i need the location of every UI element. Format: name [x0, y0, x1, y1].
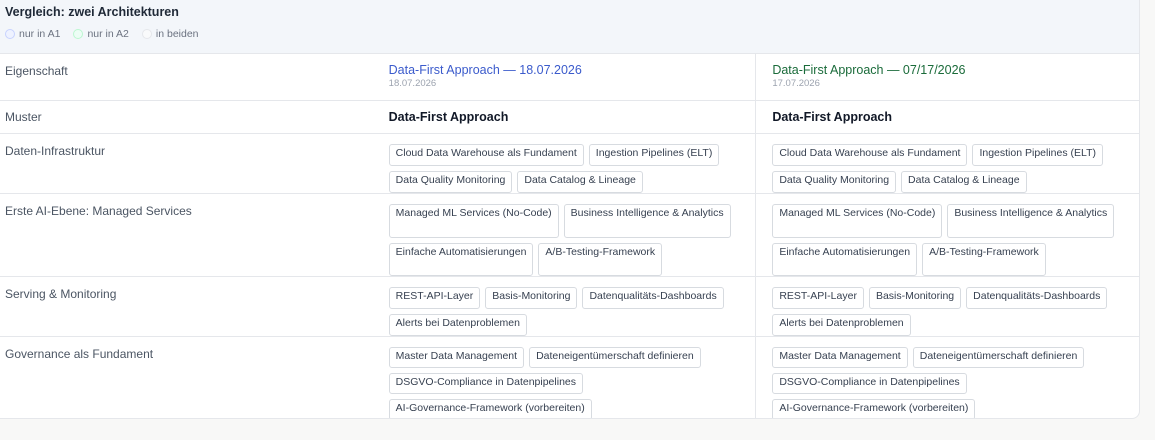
feature-chip: Basis-Monitoring [868, 287, 962, 309]
feature-chip: Ingestion Pipelines (ELT) [972, 144, 1103, 166]
feature-chip: Master Data Management [772, 347, 908, 368]
chips-a1: Managed ML Services (No-Code) Business In… [373, 194, 757, 276]
table-row: Erste AI-Ebene: Managed Services Managed… [0, 194, 1139, 277]
property-column-header: Eigenschaft [5, 64, 68, 78]
architecture-a1-header: Data-First Approach — 18.07.2026 18.07.2… [373, 54, 757, 100]
feature-chip: Dateneigentümerschaft definieren [912, 347, 1085, 368]
chips-a2: Cloud Data Warehouse als Fundament Ingest… [756, 134, 1139, 193]
feature-chip: Managed ML Services (No-Code) [388, 204, 559, 238]
muster-value-a2: Data-First Approach [772, 110, 893, 124]
legend-dot-icon [5, 29, 15, 39]
chips-a1: Cloud Data Warehouse als Fundament Ingest… [373, 134, 757, 193]
comparison-panel: Vergleich: zwei Architekturen nur in A1 … [0, 0, 1140, 419]
table-row: Daten-Infrastruktur Cloud Data Warehouse… [0, 134, 1139, 194]
chips-a1: Master Data Management Dateneigentümersch… [373, 337, 757, 418]
feature-chip: Business Intelligence & Analytics [563, 204, 731, 238]
legend-dot-icon [73, 29, 84, 39]
column-header-row: Eigenschaft Data-First Approach — 18.07.… [0, 54, 1139, 101]
feature-chip: Data Quality Monitoring [772, 171, 897, 193]
feature-chip: Cloud Data Warehouse als Fundament [772, 144, 968, 166]
legend-label: nur in A1 [19, 28, 61, 40]
table-row: Governance als Fundament Master Data Man… [0, 337, 1139, 418]
page-title: Vergleich: zwei Architekturen [5, 5, 179, 19]
architecture-a2-header: Data-First Approach — 07/17/2026 17.07.2… [756, 54, 1139, 100]
feature-chip: DSGVO-Compliance in Datenpipelines [388, 373, 583, 394]
feature-chip: Dateneigentümerschaft definieren [529, 347, 701, 368]
chips-a2: REST-API-Layer Basis-Monitoring Datenquali… [756, 277, 1139, 336]
feature-chip: DSGVO-Compliance in Datenpipelines [772, 373, 967, 394]
feature-chip: Datenqualitäts-Dashboards [582, 287, 724, 309]
legend-label: nur in A2 [87, 28, 129, 40]
legend-dot-icon [141, 29, 152, 39]
feature-chip: AI-Governance-Framework (vorbereiten) [772, 399, 976, 418]
property-label: Muster [5, 110, 42, 124]
legend-item-a2: nur in A2 [73, 28, 129, 40]
feature-chip: REST-API-Layer [772, 287, 864, 309]
legend: nur in A1 nur in A2 in beiden [5, 28, 1139, 40]
feature-chip: Data Catalog & Lineage [517, 171, 643, 193]
legend-item-both: in beiden [141, 28, 199, 40]
feature-chip: Data Quality Monitoring [388, 171, 513, 193]
table-row: Serving & Monitoring REST-API-Layer Basis… [0, 277, 1139, 337]
property-label: Governance als Fundament [5, 347, 154, 361]
feature-chip: Managed ML Services (No-Code) [772, 204, 943, 238]
muster-value-a1: Data-First Approach [373, 101, 757, 133]
architecture-a1-date: 18.07.2026 [388, 78, 437, 89]
property-label: Serving & Monitoring [5, 287, 117, 301]
feature-chip: Master Data Management [388, 347, 525, 368]
feature-chip: Einfache Automatisierungen [388, 242, 534, 276]
chips-a1: REST-API-Layer Basis-Monitoring Datenquali… [373, 277, 757, 336]
comparison-header: Vergleich: zwei Architekturen nur in A1 … [0, 0, 1139, 54]
feature-chip: Business Intelligence & Analytics [947, 204, 1115, 238]
legend-item-a1: nur in A1 [5, 28, 60, 40]
property-label: Erste AI-Ebene: Managed Services [5, 204, 192, 218]
feature-chip: Datenqualitäts-Dashboards [966, 287, 1108, 309]
feature-chip: Basis-Monitoring [485, 287, 578, 309]
legend-label: in beiden [155, 28, 199, 40]
chips-a2: Managed ML Services (No-Code) Business In… [756, 194, 1139, 276]
feature-chip: Cloud Data Warehouse als Fundament [388, 144, 584, 166]
feature-chip: A/B-Testing-Framework [538, 242, 663, 276]
architecture-a1-title: Data-First Approach — 18.07.2026 [388, 63, 582, 77]
feature-chip: Ingestion Pipelines (ELT) [588, 144, 720, 166]
feature-chip: Data Catalog & Lineage [901, 171, 1027, 193]
feature-chip: REST-API-Layer [388, 287, 481, 309]
architecture-a2-date: 17.07.2026 [772, 78, 820, 89]
chips-a2: Master Data Management Dateneigentümersch… [756, 337, 1139, 418]
feature-chip: Alerts bei Datenproblemen [772, 314, 911, 336]
feature-chip: Einfache Automatisierungen [772, 242, 918, 276]
feature-chip: AI-Governance-Framework (vorbereiten) [388, 399, 592, 418]
property-label: Daten-Infrastruktur [5, 144, 106, 158]
architecture-a2-title: Data-First Approach — 07/17/2026 [772, 63, 966, 77]
table-row-muster: Muster Data-First Approach Data-First Ap… [0, 101, 1139, 134]
feature-chip: Alerts bei Datenproblemen [388, 314, 527, 336]
feature-chip: A/B-Testing-Framework [922, 242, 1046, 276]
